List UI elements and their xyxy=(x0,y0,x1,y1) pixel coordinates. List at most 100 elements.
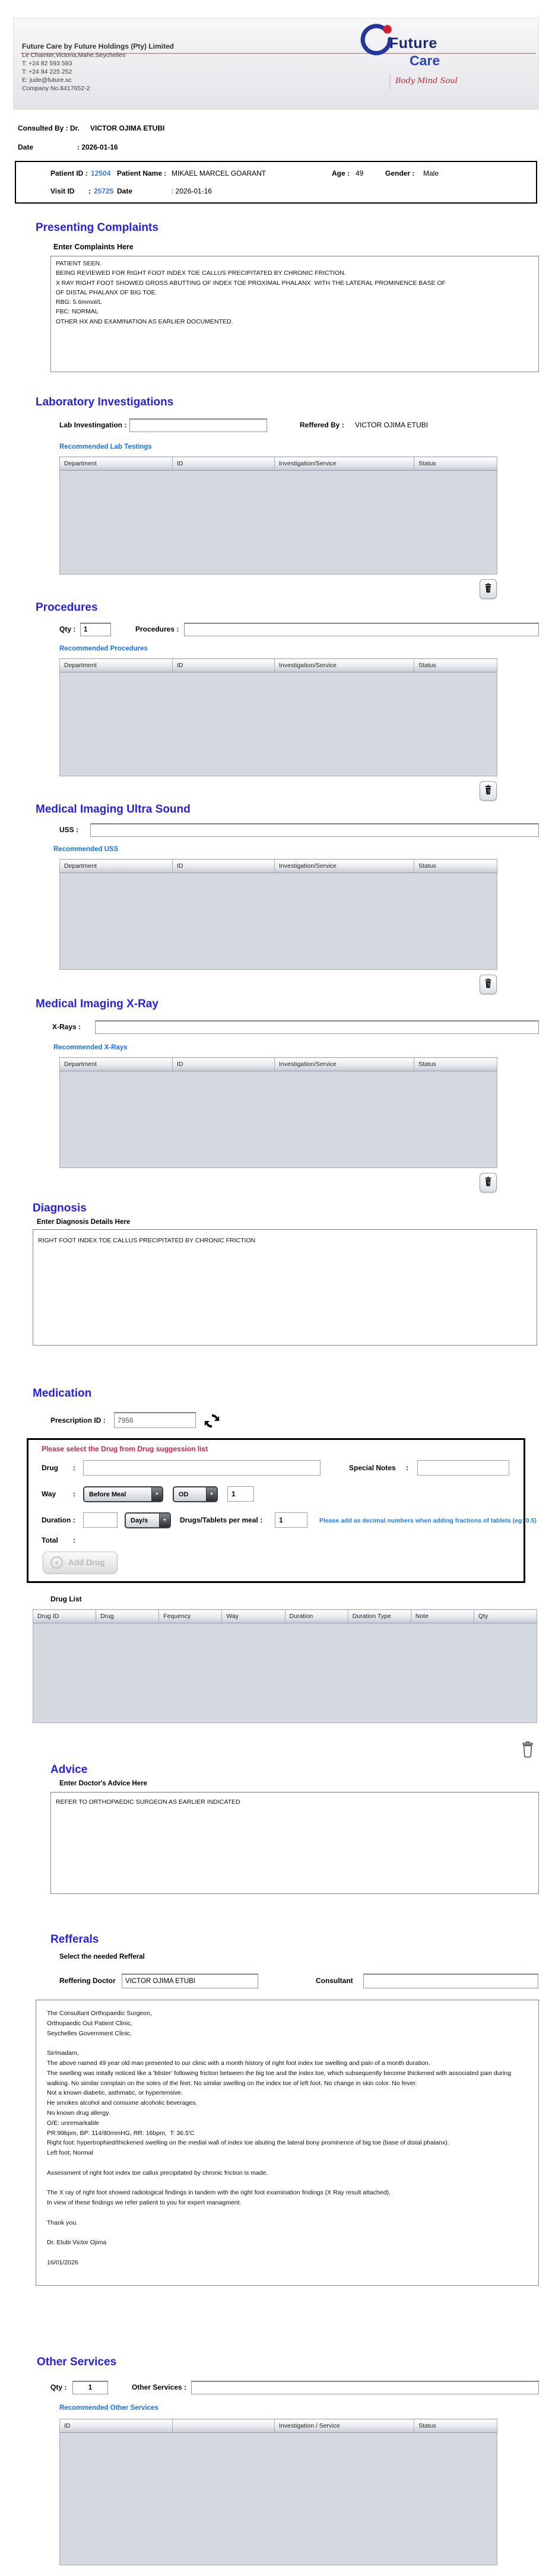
patient-name-value: MIKAEL MARCEL GOARANT xyxy=(172,169,267,177)
uss-col-department[interactable]: Department xyxy=(59,859,173,873)
patient-row-1: Patient ID : 12504 Patient Name : MIKAEL… xyxy=(16,169,536,180)
lab-col-department[interactable]: Department xyxy=(59,456,173,471)
drug-entry-panel: Please select the Drug from Drug suggess… xyxy=(27,1438,537,1583)
duration-unit-select[interactable]: Day/s ▼ xyxy=(125,1512,171,1528)
procedures-qty-input[interactable] xyxy=(80,623,111,636)
drug-col-id[interactable]: Drug ID xyxy=(32,1609,97,1623)
uss-col-id[interactable]: ID xyxy=(172,859,275,873)
other-services-input[interactable] xyxy=(191,2381,539,2394)
add-drug-button[interactable]: + Add Drug xyxy=(43,1552,118,1573)
visit-date-value: : 2026-01-16 xyxy=(172,187,212,195)
recommended-uss-link[interactable]: Recommended USS xyxy=(53,846,552,853)
advice-trash-row xyxy=(0,1740,537,1762)
patient-id-value: 12504 xyxy=(91,169,111,177)
procedures-qty-label: Qty : xyxy=(59,625,76,633)
special-notes-label: Special Notes xyxy=(349,1464,396,1472)
drug-list-table: Drug ID Drug Fequency Way Duration Durat… xyxy=(32,1609,538,1723)
drug-col-qty[interactable]: Qty xyxy=(473,1609,538,1623)
procedures-recommendations-table: Department ID Investigation/Service Stat… xyxy=(59,658,497,776)
procedures-col-id[interactable]: ID xyxy=(172,658,275,672)
uss-trash-row xyxy=(0,975,497,994)
logo-tagline: Body Mind Soul xyxy=(395,77,458,85)
diagnosis-textarea[interactable]: RIGHT FOOT INDEX TOE CALLUS PRECIPITATED… xyxy=(33,1229,537,1346)
lab-col-id[interactable]: ID xyxy=(172,456,275,471)
lab-col-service[interactable]: Investigation/Service xyxy=(274,456,414,471)
xray-field-row: X-Rays : xyxy=(0,1020,552,1036)
drug-col-way[interactable]: Way xyxy=(221,1609,285,1623)
company-email: E: jude@future.sc xyxy=(22,77,72,84)
uss-input[interactable] xyxy=(90,823,539,837)
lab-delete-button[interactable] xyxy=(480,579,497,599)
lab-col-status[interactable]: Status xyxy=(414,456,497,471)
referred-by-label: Reffered By : xyxy=(300,421,344,429)
referral-letter-textarea[interactable]: The Consultant Orthopaedic Surgeon, Orth… xyxy=(36,2000,539,2286)
prescription-id-input[interactable] xyxy=(114,1412,196,1428)
other-services-table: ID Investigation / Service Status xyxy=(59,2419,497,2565)
way-select[interactable]: Before Meal ▼ xyxy=(83,1486,163,1502)
logo-separator xyxy=(389,74,391,90)
drug-col-duration[interactable]: Duration xyxy=(284,1609,348,1623)
procedures-col-department[interactable]: Department xyxy=(59,658,173,672)
section-heading-referrals: Refferals xyxy=(50,1933,99,1946)
visit-id-label: Visit ID xyxy=(50,187,75,195)
per-meal-input[interactable] xyxy=(275,1512,307,1528)
gender-label: Gender : xyxy=(385,169,415,177)
other-qty-input[interactable] xyxy=(72,2381,108,2394)
visit-id-value: 25725 xyxy=(94,187,114,195)
consult-date-value: : 2026-01-16 xyxy=(77,143,118,151)
procedures-delete-button[interactable] xyxy=(480,781,497,801)
trash-outline-icon xyxy=(520,1740,535,1762)
frequency-select-value: OD xyxy=(179,1490,189,1498)
uss-col-status[interactable]: Status xyxy=(414,859,497,873)
duration-input[interactable] xyxy=(83,1512,118,1528)
trash-icon xyxy=(483,1175,493,1191)
recommended-other-services-link[interactable]: Recommended Other Services xyxy=(59,2404,552,2412)
other-col-status[interactable]: Status xyxy=(414,2419,497,2433)
drug-col-duration-type[interactable]: Duration Type xyxy=(347,1609,411,1623)
diagnosis-label: Enter Diagnosis Details Here xyxy=(37,1219,131,1226)
other-col-service[interactable]: Investigation / Service xyxy=(274,2419,414,2433)
way-label: Way xyxy=(42,1490,56,1498)
complaints-textarea[interactable]: PATIENT SEEN. BEING REVIEWED FOR RIGHT F… xyxy=(50,256,539,372)
consultant-input[interactable] xyxy=(363,1974,538,1988)
xray-col-service[interactable]: Investigation/Service xyxy=(274,1057,414,1071)
special-notes-input[interactable] xyxy=(417,1460,509,1476)
xray-delete-button[interactable] xyxy=(480,1173,497,1192)
procedures-input[interactable] xyxy=(184,623,539,636)
uss-delete-button[interactable] xyxy=(480,975,497,994)
recommended-procedures-link[interactable]: Recommended Procedures xyxy=(59,645,552,652)
procedures-col-service[interactable]: Investigation/Service xyxy=(274,658,414,672)
section-heading-ultrasound: Medical Imaging Ultra Sound xyxy=(36,803,191,816)
xray-col-status[interactable]: Status xyxy=(414,1057,497,1071)
header-banner: Future Care by Future Holdings (Pty) Lim… xyxy=(13,18,539,110)
lab-table-body xyxy=(59,470,497,575)
per-meal-label: Drugs/Tablets per meal : xyxy=(180,1516,263,1524)
xray-col-department[interactable]: Department xyxy=(59,1057,173,1071)
frequency-qty-input[interactable] xyxy=(227,1486,254,1502)
advice-textarea[interactable]: REFER TO ORTHOPAEDIC SURGEON AS EARLIER … xyxy=(50,1792,539,1894)
patient-row-2: Visit ID : 25725 Date : 2026-01-16 xyxy=(16,187,536,198)
other-col-blank[interactable] xyxy=(172,2419,275,2433)
recommended-lab-testings-link[interactable]: Recommended Lab Testings xyxy=(59,443,552,451)
procedures-col-status[interactable]: Status xyxy=(414,658,497,672)
prescription-id-label: Prescription ID : xyxy=(50,1416,106,1425)
trash-icon xyxy=(483,977,493,992)
lab-investigation-input[interactable] xyxy=(129,418,267,432)
drug-col-note[interactable]: Note xyxy=(410,1609,474,1623)
advice-delete-button[interactable] xyxy=(518,1740,537,1762)
drug-col-frequency[interactable]: Fequency xyxy=(158,1609,223,1623)
referring-doctor-input[interactable] xyxy=(122,1974,258,1988)
frequency-select[interactable]: OD ▼ xyxy=(173,1486,218,1502)
add-drug-label: Add Drug xyxy=(68,1558,105,1567)
recommended-xray-link[interactable]: Recommended X-Rays xyxy=(53,1044,552,1051)
other-col-id[interactable]: ID xyxy=(59,2419,173,2433)
uss-col-service[interactable]: Investigation/Service xyxy=(274,859,414,873)
drug-input[interactable] xyxy=(83,1460,321,1476)
xray-col-id[interactable]: ID xyxy=(172,1057,275,1071)
other-qty-label: Qty : xyxy=(50,2383,67,2391)
refresh-icon[interactable] xyxy=(203,1412,221,1433)
xray-input[interactable] xyxy=(95,1020,539,1034)
total-label: Total xyxy=(42,1536,58,1544)
section-heading-presenting-complaints: Presenting Complaints xyxy=(36,221,158,234)
drug-col-drug[interactable]: Drug xyxy=(96,1609,160,1623)
